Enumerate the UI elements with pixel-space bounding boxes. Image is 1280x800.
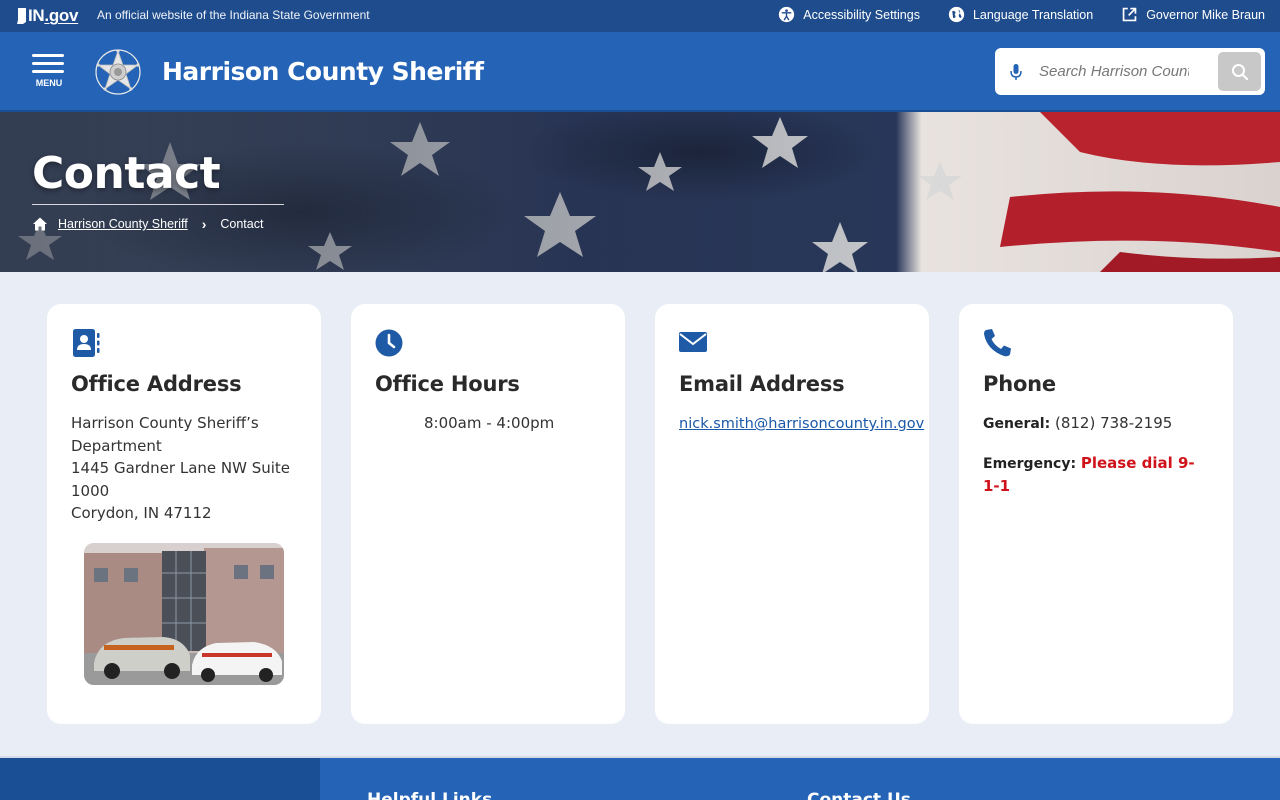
hero-banner: Contact Harrison County Sheriff › Contac… (0, 112, 1280, 272)
email-address-title: Email Address (679, 372, 845, 396)
office-address-card: Office Address Harrison County Sheriff’s… (47, 304, 321, 724)
site-title[interactable]: Harrison County Sheriff (162, 57, 484, 86)
sheriff-star-icon[interactable] (94, 48, 142, 96)
menu-button[interactable]: MENU (32, 54, 66, 94)
gov-bar: IN .gov An official website of the Indian… (0, 0, 1280, 32)
globe-icon (948, 6, 965, 23)
phone-card: Phone General: (812) 738-2195 Emergency:… (959, 304, 1233, 724)
office-hours-card: Office Hours 8:00am - 4:00pm (351, 304, 625, 724)
office-hours-title: Office Hours (375, 372, 520, 396)
sheriff-building-photo (84, 542, 284, 685)
language-translation-link[interactable]: Language Translation (948, 6, 1093, 23)
helpful-links-heading: Helpful Links (367, 790, 493, 800)
general-phone-number[interactable]: (812) 738-2195 (1055, 414, 1172, 432)
logo-in-text: IN (28, 6, 45, 25)
contact-us-heading: Contact Us (807, 790, 911, 800)
email-link[interactable]: nick.smith@harrisoncounty.in.gov (679, 416, 924, 432)
page-title: Contact (32, 148, 221, 199)
breadcrumb-current: Contact (220, 217, 264, 231)
language-translation-label: Language Translation (972, 7, 1094, 22)
accessibility-settings-link[interactable]: Accessibility Settings (778, 6, 920, 23)
address-line-1: Harrison County Sheriff’s Department (71, 414, 259, 455)
envelope-icon (679, 332, 707, 352)
menu-label: MENU (35, 78, 63, 88)
official-website-text: An official website of the Indiana State… (97, 8, 370, 22)
accessibility-settings-label: Accessibility Settings (803, 7, 920, 22)
breadcrumb: Harrison County Sheriff › Contact (32, 216, 263, 232)
search-box (995, 48, 1265, 95)
clock-icon (375, 329, 403, 357)
logo-gov-text: .gov (44, 6, 79, 25)
search-icon (1231, 63, 1248, 80)
emergency-phone-line: Emergency: Please dial 9-1-1 (983, 452, 1209, 498)
search-input[interactable] (1039, 63, 1189, 80)
emergency-label: Emergency: (983, 455, 1077, 472)
title-divider (32, 204, 284, 205)
site-header: MENU Harrison County Sheriff (0, 32, 1280, 112)
governor-label: Governor Mike Braun (1146, 7, 1265, 22)
general-phone-line: General: (812) 738-2195 (983, 412, 1209, 436)
general-phone-label: General: (983, 416, 1051, 432)
address-line-2: 1445 Gardner Lane NW Suite 1000 (71, 459, 291, 500)
office-address-title: Office Address (71, 372, 242, 396)
address-book-icon (73, 329, 100, 357)
breadcrumb-home-link[interactable]: Harrison County Sheriff (58, 217, 188, 231)
indiana-outline-icon (17, 8, 26, 24)
accessibility-icon (779, 6, 795, 23)
external-link-icon (1122, 7, 1137, 22)
site-footer: Helpful Links Contact Us (0, 756, 1280, 800)
search-button[interactable] (1218, 52, 1261, 91)
phone-title: Phone (983, 372, 1056, 396)
home-icon[interactable] (32, 216, 48, 232)
microphone-icon[interactable] (1005, 61, 1027, 83)
governor-link[interactable]: Governor Mike Braun (1121, 6, 1265, 23)
phone-icon (984, 329, 1011, 357)
in-gov-logo[interactable]: IN .gov (16, 6, 78, 26)
hamburger-icon (32, 54, 66, 73)
email-address-card: Email Address nick.smith@harrisoncounty.… (655, 304, 929, 724)
address-line-3: Corydon, IN 47112 (71, 504, 212, 522)
chevron-right-icon: › (201, 216, 207, 232)
footer-left-panel (0, 758, 320, 800)
office-hours-value: 8:00am - 4:00pm (424, 414, 555, 432)
